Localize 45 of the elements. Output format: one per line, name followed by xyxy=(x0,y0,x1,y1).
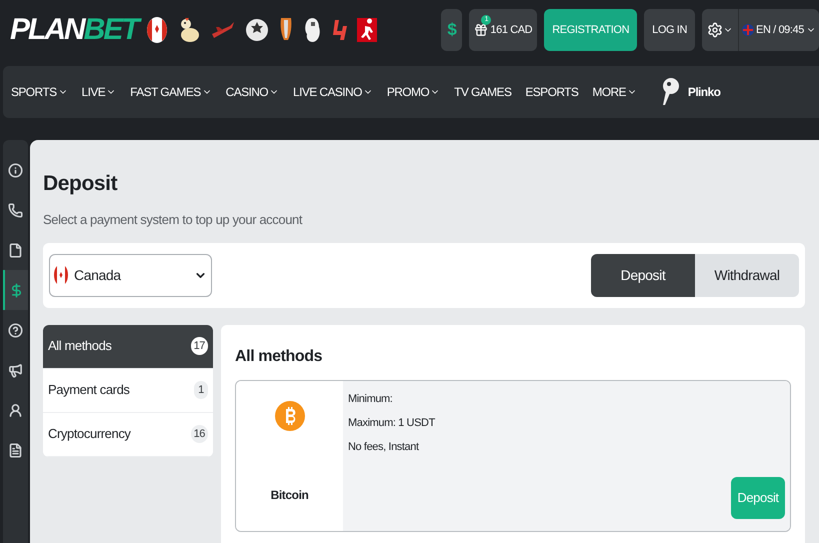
nav-item[interactable]: FAST GAMES xyxy=(130,83,212,101)
flag-icon xyxy=(54,264,68,286)
dollar-icon xyxy=(9,282,24,298)
currency-button[interactable]: $ xyxy=(441,9,462,51)
nav-item[interactable]: MORE xyxy=(592,83,637,101)
sidebar-item[interactable] xyxy=(3,270,28,310)
gift-icon xyxy=(474,23,488,37)
tab[interactable]: Withdrawal xyxy=(695,254,799,296)
flag-icon xyxy=(742,24,754,36)
person-icon xyxy=(8,402,23,418)
count-badge: 1 xyxy=(194,381,208,399)
gear-icon xyxy=(707,22,724,38)
category-item[interactable]: All methods 17 xyxy=(43,324,213,368)
method-card[interactable]: Bitcoin Minimum: Maximum: 1 USDT No fees, Instant Deposit xyxy=(235,380,791,532)
megaphone-icon xyxy=(8,362,23,378)
nav-item[interactable]: ESPORTS xyxy=(525,83,578,101)
flag-icon[interactable] xyxy=(146,16,168,44)
count-badge: 17 xyxy=(190,337,208,355)
star-ball-icon[interactable] xyxy=(244,18,269,42)
document-icon xyxy=(8,442,23,458)
country-select[interactable]: Canada xyxy=(49,254,212,296)
method-detail: No fees, Instant xyxy=(348,440,420,452)
method-name: Bitcoin xyxy=(270,486,308,504)
info-icon xyxy=(8,162,23,178)
nav-item[interactable]: Plinko xyxy=(658,77,720,107)
tab[interactable]: Deposit xyxy=(591,254,695,296)
method-detail: Maximum: 1 USDT xyxy=(348,416,436,428)
question-icon xyxy=(8,322,23,338)
page-title: Deposit xyxy=(43,173,118,194)
nav-item[interactable]: LIVE xyxy=(82,83,116,101)
nav-item[interactable]: CASINO xyxy=(226,83,280,101)
bitcoin-icon xyxy=(274,400,304,430)
nav-item[interactable]: PROMO xyxy=(386,83,440,101)
page-subtitle: Select a payment system to top up your account xyxy=(43,211,304,229)
login-button[interactable]: LOG IN xyxy=(644,9,696,51)
nav-item[interactable]: TV GAMES xyxy=(454,83,512,101)
phone-icon xyxy=(8,202,23,218)
file-icon xyxy=(8,242,23,258)
method-detail: Minimum: xyxy=(348,392,394,404)
plane-icon[interactable] xyxy=(210,20,236,40)
nav-item[interactable]: SPORTS xyxy=(11,83,68,101)
nav-item[interactable]: LIVE CASINO xyxy=(293,83,373,101)
count-badge: 16 xyxy=(190,425,208,443)
logo[interactable]: PLANBET xyxy=(10,15,138,45)
methods-title: All methods xyxy=(235,348,324,364)
